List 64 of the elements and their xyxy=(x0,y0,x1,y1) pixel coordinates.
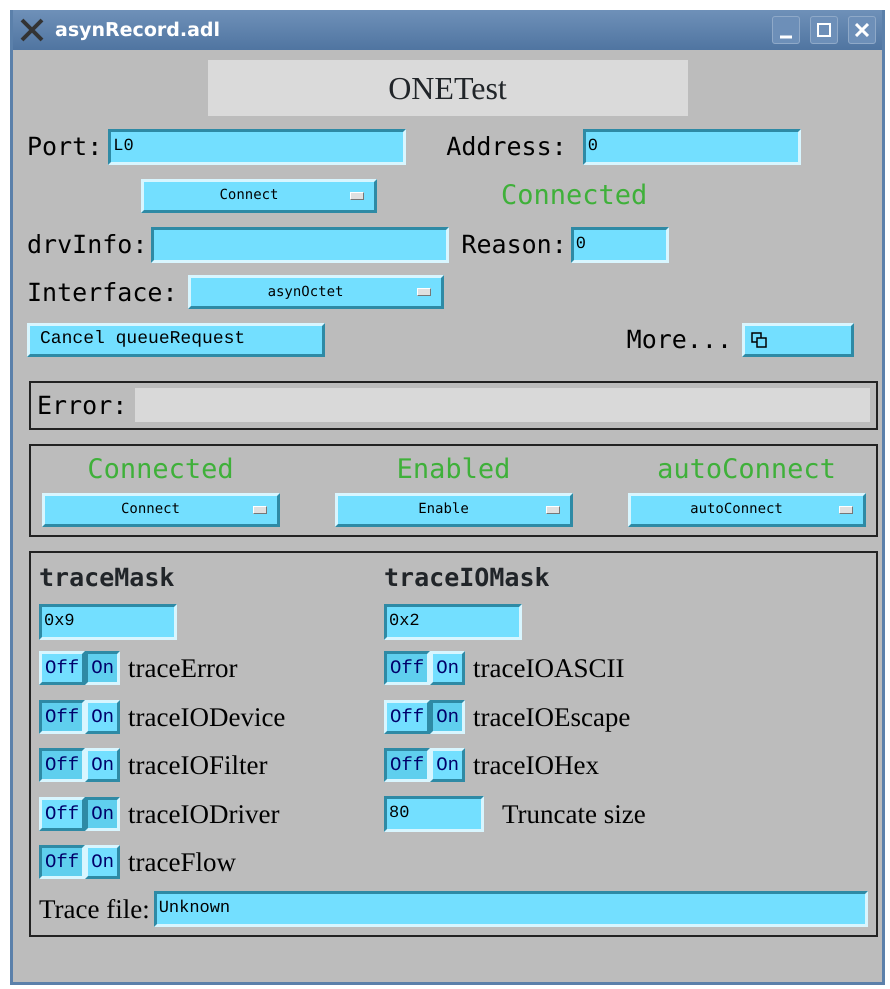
status-text: Connected xyxy=(501,178,648,212)
bit-label: traceIOASCII xyxy=(473,652,624,685)
more-label: More... xyxy=(626,324,732,356)
mask-field[interactable]: 0x2 xyxy=(384,604,522,640)
bit-label: traceIOHex xyxy=(473,749,599,782)
port-field[interactable]: L0 xyxy=(108,128,406,165)
drvinfo-field[interactable] xyxy=(151,226,450,263)
trace-file-field[interactable]: Unknown xyxy=(154,890,868,927)
display-title: ONETest xyxy=(208,60,688,116)
truncate-label: Truncate size xyxy=(502,798,646,830)
menu-button[interactable]: Connect xyxy=(141,178,377,213)
cancel-button[interactable]: Cancel queueRequest xyxy=(27,322,325,357)
off-toggle[interactable]: Off xyxy=(384,651,430,686)
port-label: Port: xyxy=(27,131,102,163)
bit-label: traceFlow xyxy=(128,846,236,879)
on-toggle[interactable]: On xyxy=(85,651,120,686)
minimize-icon xyxy=(779,35,793,39)
menu-button[interactable]: autoConnect xyxy=(628,492,866,526)
status-text: Connected xyxy=(87,453,234,487)
on-toggle[interactable]: On xyxy=(430,748,466,782)
window-title: asynRecord.adl xyxy=(55,18,220,43)
off-toggle[interactable]: Off xyxy=(39,748,86,782)
off-toggle[interactable]: Off xyxy=(39,700,86,734)
menu-button[interactable]: Enable xyxy=(334,492,572,526)
on-toggle[interactable]: On xyxy=(85,748,120,782)
address-field[interactable]: 0 xyxy=(582,128,801,165)
on-toggle[interactable]: On xyxy=(430,651,466,686)
reason-label: Reason: xyxy=(461,229,567,261)
truncate-field[interactable]: 80 xyxy=(384,796,484,832)
reason-field[interactable]: 0 xyxy=(570,226,669,263)
bit-label: traceError xyxy=(128,652,238,685)
maximize-button[interactable] xyxy=(810,16,838,44)
minimize-button[interactable] xyxy=(772,16,800,44)
off-toggle[interactable]: Off xyxy=(384,748,430,782)
status-text: autoConnect xyxy=(657,453,836,487)
x-logo-icon xyxy=(19,17,45,43)
mask-title: traceMask xyxy=(39,562,176,594)
maximize-icon xyxy=(817,23,831,37)
bit-label: traceIOEscape xyxy=(473,700,630,734)
on-toggle[interactable]: On xyxy=(430,700,466,734)
off-toggle[interactable]: Off xyxy=(39,796,86,831)
address-label: Address: xyxy=(446,131,567,163)
related-display-button[interactable] xyxy=(742,322,854,357)
drvinfo-label: drvInfo: xyxy=(27,229,148,261)
on-toggle[interactable]: On xyxy=(85,796,120,831)
trace-file-label: Trace file: xyxy=(39,892,150,926)
windows-icon xyxy=(751,332,767,348)
bit-label: traceIODevice xyxy=(128,700,286,734)
close-button[interactable] xyxy=(848,16,876,44)
menu-button[interactable]: Connect xyxy=(42,492,280,526)
close-icon xyxy=(855,23,869,37)
status-text: Enabled xyxy=(396,453,510,487)
mask-title: traceIOMask xyxy=(384,562,551,594)
menu-button[interactable]: asynOctet xyxy=(188,275,444,310)
bit-label: traceIOFilter xyxy=(128,749,268,782)
off-toggle[interactable]: Off xyxy=(384,700,430,734)
error-label: Error: xyxy=(37,390,128,422)
bit-label: traceIODriver xyxy=(128,798,280,830)
on-toggle[interactable]: On xyxy=(85,700,120,734)
interface-label: Interface: xyxy=(27,276,178,308)
on-toggle[interactable]: On xyxy=(85,845,120,880)
off-toggle[interactable]: Off xyxy=(39,845,86,880)
mask-field[interactable]: 0x9 xyxy=(39,604,177,640)
off-toggle[interactable]: Off xyxy=(39,651,86,686)
